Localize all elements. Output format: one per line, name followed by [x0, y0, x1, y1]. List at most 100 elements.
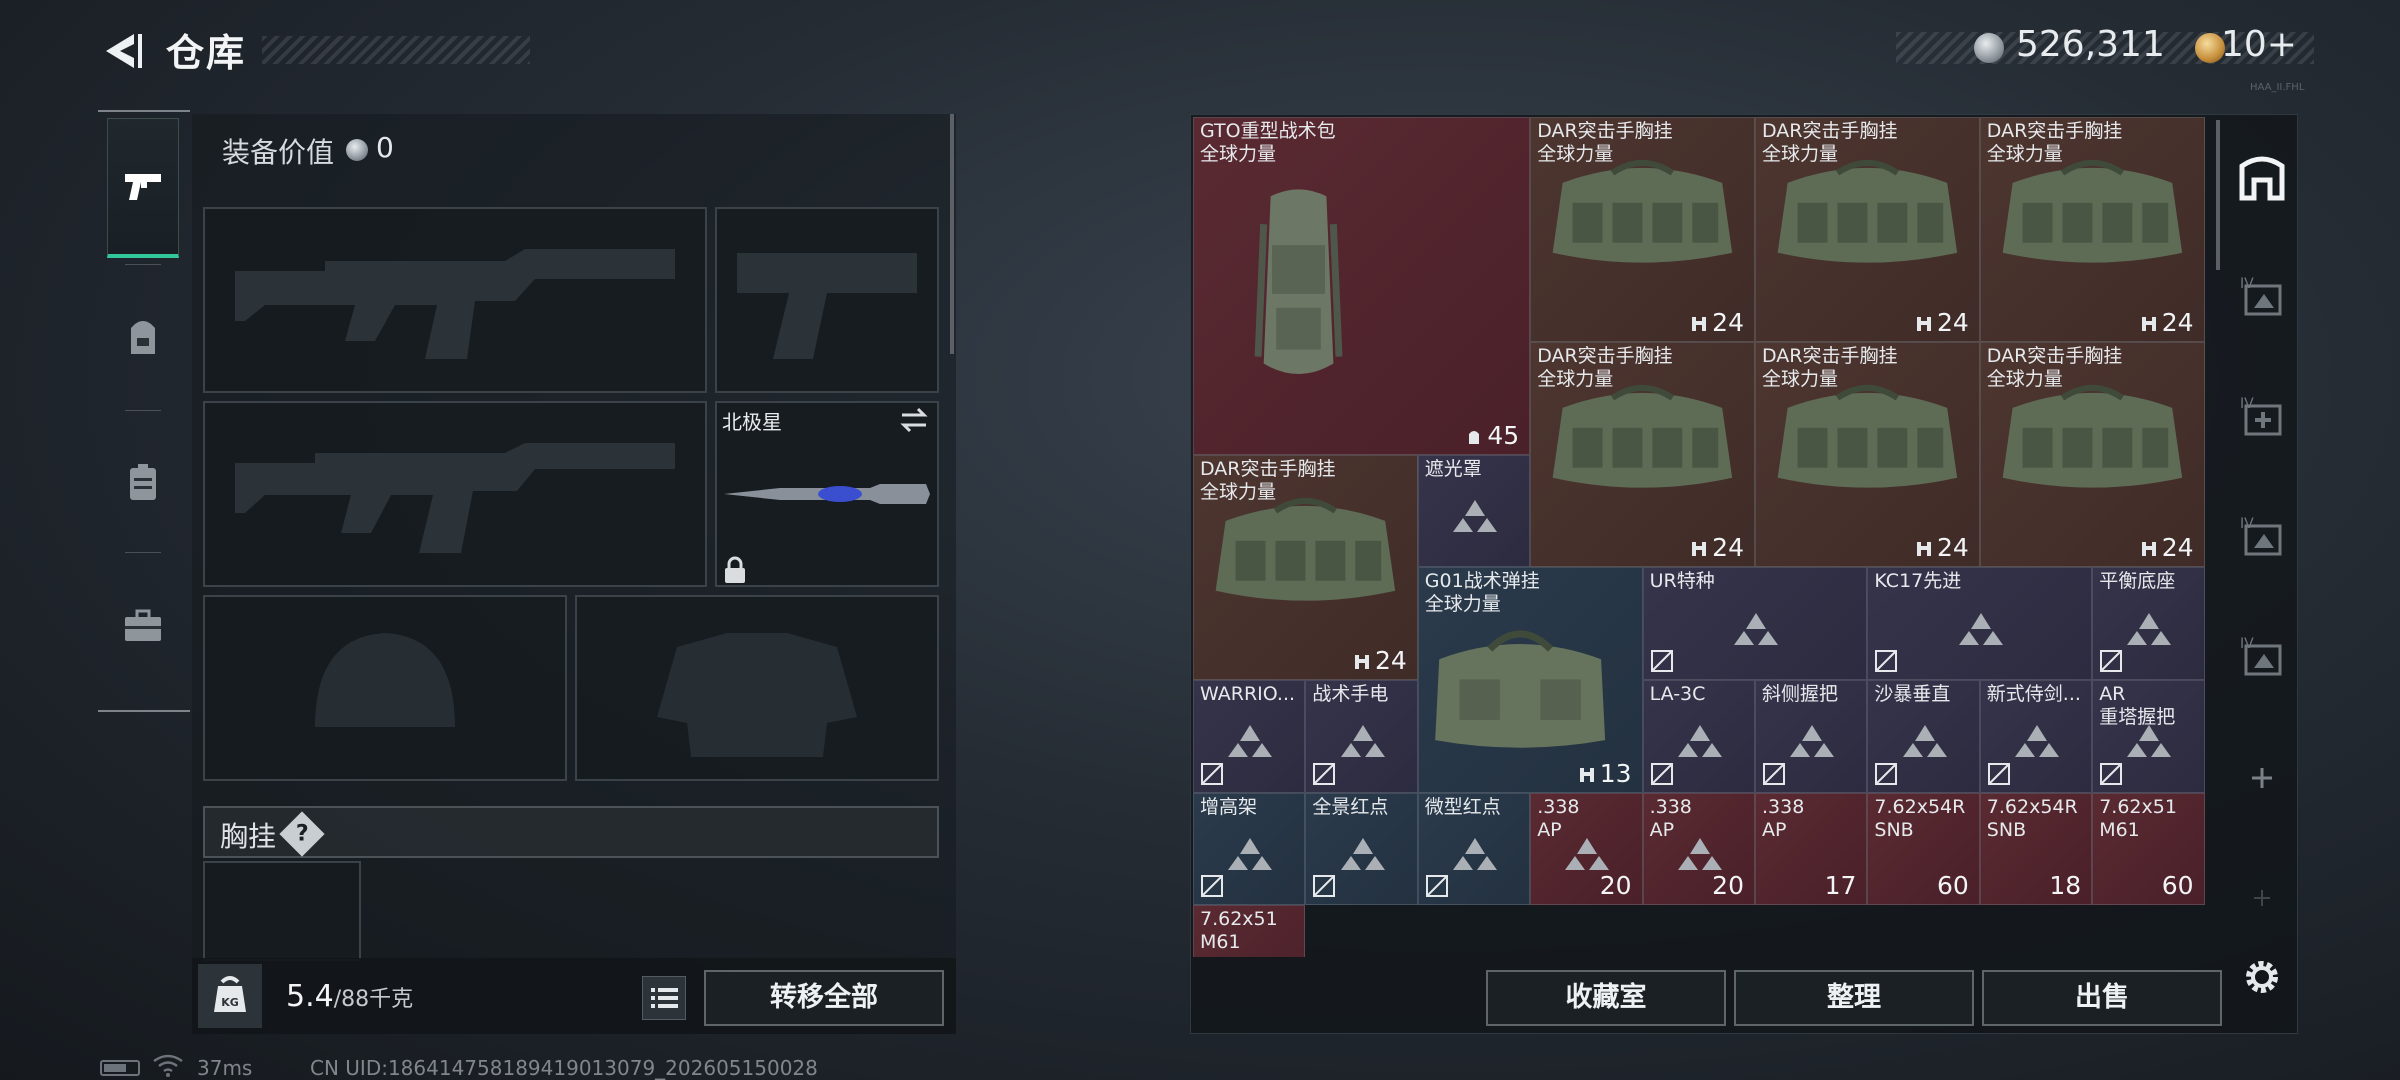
sort-button[interactable]: 整理 [1734, 970, 1974, 1026]
inventory-item[interactable]: 7.62x54R SNB 60 [1867, 792, 1980, 906]
inventory-item[interactable]: 战术手电 [1305, 680, 1418, 793]
placeholder-triangle-icon [1733, 612, 1778, 645]
placeholder-triangle-icon [1958, 612, 2003, 645]
inventory-item[interactable]: GTO重型战术包 全球力量 45 [1193, 117, 1531, 455]
no-trade-icon [1201, 762, 1223, 785]
tab-case[interactable] [107, 556, 179, 696]
tab-chest-rig[interactable] [107, 412, 179, 552]
inventory-item[interactable]: AR 重塔握把 [2092, 680, 2205, 793]
inventory-item[interactable]: LA-3C [1642, 680, 1755, 793]
list-view-button[interactable] [642, 976, 686, 1020]
inventory-item[interactable]: 7.62x54R SNB 18 [1979, 792, 2093, 906]
item-name: DAR突击手胸挂 全球力量 [1987, 120, 2123, 166]
inventory-item[interactable]: 斜侧握把 [1755, 680, 1868, 793]
item-subtitle: 全球力量 [1200, 143, 1277, 165]
premium-balance[interactable]: 10+ [2221, 24, 2297, 65]
inventory-item[interactable]: DAR突击手胸挂 全球力量 24 [1193, 454, 1418, 680]
item-name: 7.62x54R SNB [1987, 796, 2078, 842]
item-title: 沙暴垂直 [1874, 683, 1951, 705]
inventory-item[interactable]: DAR突击手胸挂 全球力量 24 [1530, 117, 1755, 343]
inventory-item[interactable]: KC17先进 [1867, 567, 2093, 680]
chest-rig-label: 胸挂 [220, 820, 277, 853]
inventory-item[interactable]: 7.62x51 M61 [1193, 905, 1306, 957]
inventory-item[interactable]: DAR突击手胸挂 全球力量 24 [1755, 342, 1980, 568]
tab-weapons[interactable] [107, 118, 179, 258]
inventory-item[interactable]: DAR突击手胸挂 全球力量 24 [1979, 117, 2205, 343]
side-filter-level-4-c[interactable]: IV [2234, 508, 2290, 564]
no-trade-icon [1875, 649, 1898, 672]
item-title: 平衡底座 [2099, 570, 2176, 593]
inventory-item[interactable]: 微型红点 [1417, 792, 1531, 906]
side-filter-level-4-d[interactable]: IV [2234, 628, 2290, 684]
item-subtitle: 重塔握把 [2099, 706, 2176, 728]
collection-room-button[interactable]: 收藏室 [1486, 970, 1726, 1026]
item-title: DAR突击手胸挂 [1537, 120, 1673, 142]
pistol-silhouette-icon [737, 253, 917, 359]
gear-icon[interactable] [2240, 955, 2284, 999]
add-filter-button[interactable] [2234, 750, 2290, 806]
item-name: 沙暴垂直 [1874, 683, 1950, 706]
item-subtitle: SNB [1986, 818, 2027, 841]
item-title: 遮光罩 [1424, 457, 1482, 480]
item-name: 7.62x51 M61 [1200, 908, 1278, 954]
side-filter-all[interactable] [2234, 150, 2290, 206]
max-weight: /88千克 [333, 987, 414, 1012]
swap-icon[interactable] [898, 406, 930, 434]
inventory-item[interactable]: WARRIO... [1193, 680, 1306, 793]
inventory-item[interactable]: 增高架 [1193, 792, 1306, 906]
coin-icon [346, 139, 368, 161]
inventory-item[interactable]: 平衡底座 [2092, 567, 2205, 680]
backpack-icon [1254, 189, 1343, 375]
tier-4-icon: IV [2240, 276, 2282, 316]
item-title: 7.62x51 [1200, 908, 1278, 931]
placeholder-triangle-icon [1340, 725, 1385, 758]
item-count-value: 24 [1374, 645, 1407, 675]
inventory-item[interactable]: G01战术弹挂 全球力量 13 [1417, 567, 1643, 793]
item-title: 斜侧握把 [1762, 683, 1839, 705]
inventory-item[interactable]: UR特种 [1642, 567, 1868, 680]
inventory-item[interactable]: .338 AP 20 [1530, 792, 1643, 906]
inventory-item[interactable]: 遮光罩 [1417, 454, 1531, 568]
battery-icon [100, 1060, 140, 1076]
item-count: 24 [1690, 308, 1744, 337]
item-name: WARRIO... [1200, 683, 1295, 706]
item-count: 24 [2140, 533, 2194, 562]
sell-button[interactable]: 出售 [1982, 970, 2222, 1026]
secondary-weapon-slot[interactable] [203, 401, 707, 587]
tab-separator [125, 410, 161, 411]
inventory-item[interactable]: 沙暴垂直 [1867, 680, 1980, 793]
side-filter-level-4-b[interactable]: IV [2234, 388, 2290, 444]
inventory-item[interactable]: DAR突击手胸挂 全球力量 24 [1530, 342, 1755, 568]
inventory-item[interactable]: DAR突击手胸挂 全球力量 24 [1979, 342, 2205, 568]
item-subtitle: 全球力量 [1762, 368, 1839, 391]
item-count: 60 [1937, 871, 1969, 900]
chest-rig-slot[interactable] [203, 861, 361, 961]
item-title: 7.62x54R [1986, 795, 2078, 818]
tab-backpack[interactable] [107, 268, 179, 408]
inventory-item[interactable]: 7.62x51 M61 60 [2092, 792, 2205, 906]
placeholder-triangle-icon [2127, 612, 2172, 645]
back-arrow-icon[interactable] [98, 28, 144, 74]
rifle-silhouette-icon [235, 443, 675, 553]
uid-text: CN UID:186414758189419013079_20260515002… [310, 1056, 818, 1080]
armor-slot[interactable] [575, 595, 939, 781]
wifi-icon [153, 1054, 183, 1077]
item-name: 增高架 [1200, 796, 1257, 819]
inventory-item[interactable]: DAR突击手胸挂 全球力量 24 [1755, 117, 1980, 343]
side-filter-level-4-a[interactable]: IV [2234, 268, 2290, 324]
helmet-slot[interactable] [203, 595, 567, 781]
primary-weapon-slot[interactable] [203, 207, 707, 393]
item-name: .338 AP [1650, 796, 1692, 842]
inventory-item[interactable]: 全景红点 [1305, 792, 1418, 906]
item-subtitle: 全球力量 [1200, 480, 1277, 503]
scrollbar[interactable] [950, 114, 954, 354]
inventory-item[interactable]: .338 AP 17 [1755, 792, 1868, 906]
item-count: 20 [1712, 871, 1744, 900]
inventory-item[interactable]: .338 AP 20 [1642, 792, 1755, 906]
tab-divider-top [98, 110, 190, 112]
scrollbar[interactable] [2216, 120, 2220, 270]
pistol-slot[interactable] [715, 207, 939, 393]
inventory-item[interactable]: 新式侍剑... [1979, 680, 2093, 793]
item-count-value: 24 [1712, 308, 1744, 338]
transfer-all-button[interactable]: 转移全部 [704, 970, 944, 1026]
